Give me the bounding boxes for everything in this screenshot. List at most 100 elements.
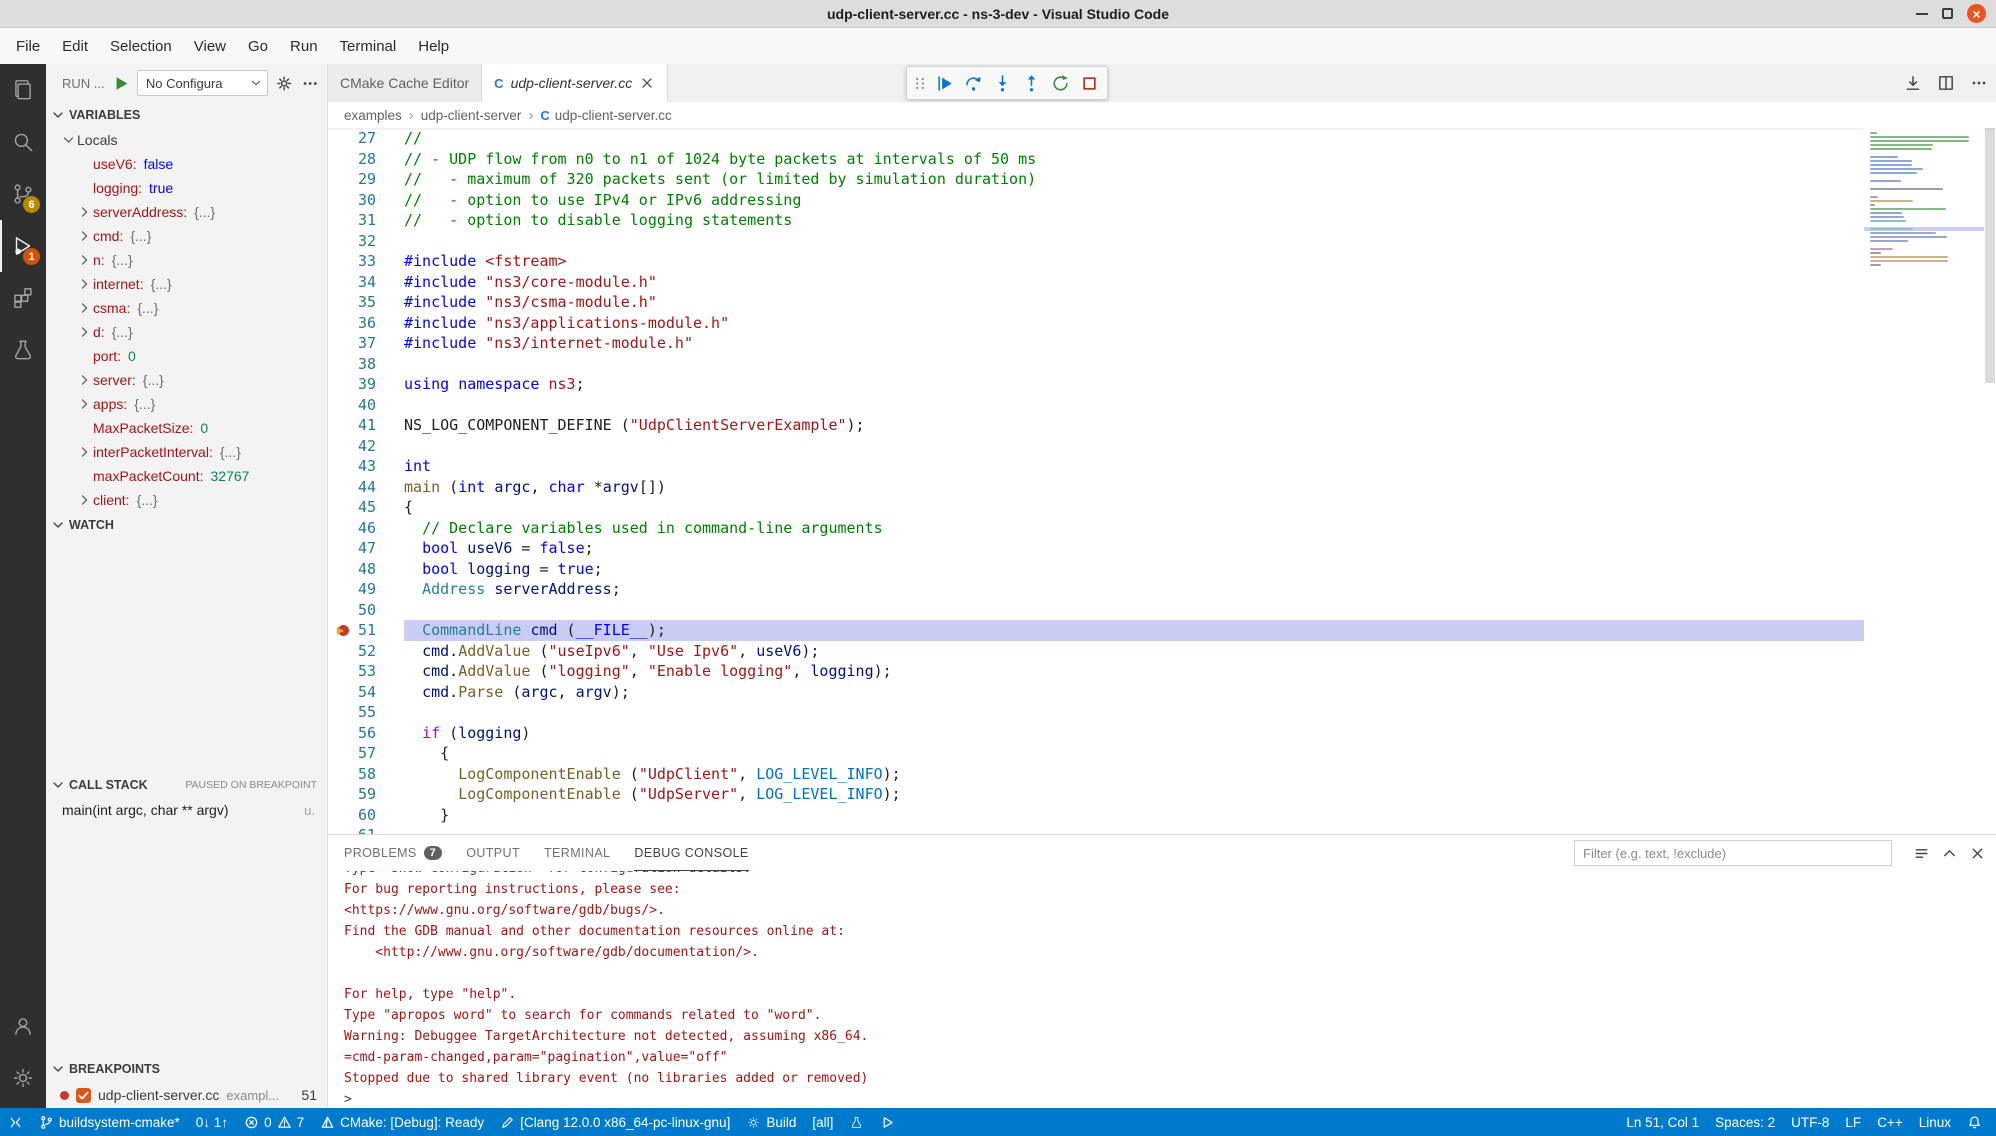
- close-panel-icon[interactable]: [1969, 845, 1986, 862]
- gutter-50[interactable]: 50: [328, 600, 404, 621]
- variables-section-header[interactable]: VARIABLES: [46, 102, 327, 128]
- more-actions-icon[interactable]: [301, 74, 319, 93]
- stack-frame-main[interactable]: main(int argc, char ** argv) u.: [46, 798, 327, 822]
- debug-start-icon[interactable]: [112, 74, 130, 93]
- breakpoint-row[interactable]: udp-client-server.cc exampl... 51: [46, 1082, 327, 1108]
- gutter-28[interactable]: 28: [328, 149, 404, 170]
- gutter-59[interactable]: 59: [328, 784, 404, 805]
- gutter-44[interactable]: 44: [328, 477, 404, 498]
- gutter-55[interactable]: 55: [328, 702, 404, 723]
- activity-manage[interactable]: [0, 1052, 46, 1104]
- gutter-57[interactable]: 57: [328, 743, 404, 764]
- gutter-45[interactable]: 45: [328, 497, 404, 518]
- menu-go[interactable]: Go: [237, 28, 279, 64]
- code-line-29[interactable]: 29 // - maximum of 320 packets sent (or …: [328, 169, 1864, 190]
- menu-file[interactable]: File: [5, 28, 51, 64]
- code-line-55[interactable]: 55: [328, 702, 1864, 723]
- step-out-icon[interactable]: [1018, 70, 1045, 97]
- menu-help[interactable]: Help: [407, 28, 460, 64]
- status-cmake-kit[interactable]: [Clang 12.0.0 x86_64-pc-linux-gnu]: [492, 1108, 738, 1136]
- gutter-39[interactable]: 39: [328, 374, 404, 395]
- code-line-41[interactable]: 41 NS_LOG_COMPONENT_DEFINE ("UdpClientSe…: [328, 415, 1864, 436]
- editor-tab-1[interactable]: C udp-client-server.cc: [482, 64, 668, 102]
- code-line-28[interactable]: 28 // - UDP flow from n0 to n1 of 1024 b…: [328, 149, 1864, 170]
- status-problems[interactable]: 07: [236, 1108, 312, 1136]
- gutter-58[interactable]: 58: [328, 764, 404, 785]
- panel-tab-problems[interactable]: PROBLEMS 7: [344, 835, 442, 871]
- breadcrumb-item[interactable]: examples: [344, 108, 402, 123]
- variable-row[interactable]: cmd: {...}: [46, 224, 327, 248]
- code-line-31[interactable]: 31 // - option to disable logging statem…: [328, 210, 1864, 231]
- drag-handle-icon[interactable]: [911, 70, 929, 97]
- gutter-37[interactable]: 37: [328, 333, 404, 354]
- gutter-53[interactable]: 53: [328, 661, 404, 682]
- panel-tab-debug-console[interactable]: DEBUG CONSOLE: [634, 835, 748, 871]
- gutter-42[interactable]: 42: [328, 436, 404, 457]
- breakpoint-checkbox[interactable]: [76, 1088, 91, 1103]
- maximize-button[interactable]: [1942, 8, 1953, 19]
- activity-source-control[interactable]: 6: [0, 168, 46, 220]
- status-cursor-position[interactable]: Ln 51, Col 1: [1618, 1108, 1707, 1136]
- gutter-34[interactable]: 34: [328, 272, 404, 293]
- panel-tab-output[interactable]: OUTPUT: [466, 835, 520, 871]
- stop-icon[interactable]: [1076, 70, 1103, 97]
- variable-row[interactable]: logging: true: [46, 176, 327, 200]
- code-line-35[interactable]: 35 #include "ns3/csma-module.h": [328, 292, 1864, 313]
- scrollbar-slider[interactable]: [1985, 128, 1995, 383]
- menu-edit[interactable]: Edit: [51, 28, 99, 64]
- gutter-32[interactable]: 32: [328, 231, 404, 252]
- code-line-38[interactable]: 38: [328, 354, 1864, 375]
- breakpoints-section-header[interactable]: BREAKPOINTS: [46, 1056, 327, 1082]
- restart-icon[interactable]: [1047, 70, 1074, 97]
- activity-extensions[interactable]: [0, 272, 46, 324]
- watch-section-header[interactable]: WATCH: [46, 512, 327, 538]
- menu-view[interactable]: View: [183, 28, 237, 64]
- console-options-icon[interactable]: [1913, 845, 1930, 862]
- code-line-32[interactable]: 32: [328, 231, 1864, 252]
- code-line-34[interactable]: 34 #include "ns3/core-module.h": [328, 272, 1864, 293]
- code-editor[interactable]: 27 // 28 // - UDP flow from n0 to n1 of …: [328, 128, 1996, 834]
- debug-console[interactable]: Type "show configuration" for configurat…: [328, 871, 1996, 1108]
- gutter-47[interactable]: 47: [328, 538, 404, 559]
- code-line-54[interactable]: 54 cmd.Parse (argc, argv);: [328, 682, 1864, 703]
- code-line-58[interactable]: 58 LogComponentEnable ("UdpClient", LOG_…: [328, 764, 1864, 785]
- code-line-56[interactable]: 56 if (logging): [328, 723, 1864, 744]
- code-line-37[interactable]: 37 #include "ns3/internet-module.h": [328, 333, 1864, 354]
- close-tab-icon[interactable]: [639, 75, 655, 91]
- split-editor-icon[interactable]: [1937, 74, 1955, 92]
- activity-explorer[interactable]: [0, 64, 46, 116]
- activity-run-and-debug[interactable]: 1: [0, 220, 46, 272]
- gutter-56[interactable]: 56: [328, 723, 404, 744]
- breadcrumb-item[interactable]: C udp-client-server.cc: [540, 108, 671, 123]
- variable-row[interactable]: MaxPacketSize: 0: [46, 416, 327, 440]
- status-git-branch[interactable]: buildsystem-cmake*: [31, 1108, 188, 1136]
- code-line-53[interactable]: 53 cmd.AddValue ("logging", "Enable logg…: [328, 661, 1864, 682]
- status-cmake-launch[interactable]: [872, 1108, 903, 1136]
- gutter-30[interactable]: 30: [328, 190, 404, 211]
- gutter-43[interactable]: 43: [328, 456, 404, 477]
- code-line-47[interactable]: 47 bool useV6 = false;: [328, 538, 1864, 559]
- status-remote[interactable]: [0, 1108, 31, 1136]
- status-cmake-test[interactable]: [841, 1108, 872, 1136]
- gutter-33[interactable]: 33: [328, 251, 404, 272]
- gutter-51[interactable]: ▶51: [328, 620, 404, 641]
- console-prompt[interactable]: >: [344, 1089, 1996, 1108]
- variable-row[interactable]: useV6: false: [46, 152, 327, 176]
- gutter-27[interactable]: 27: [328, 128, 404, 149]
- editor-scrollbar[interactable]: [1984, 128, 1996, 834]
- status-encoding[interactable]: UTF-8: [1783, 1108, 1837, 1136]
- editor-tab-0[interactable]: CMake Cache Editor: [328, 64, 482, 102]
- code-line-49[interactable]: 49 Address serverAddress;: [328, 579, 1864, 600]
- menu-run[interactable]: Run: [279, 28, 329, 64]
- activity-search[interactable]: [0, 116, 46, 168]
- gutter-61[interactable]: 61: [328, 825, 404, 834]
- status-eol[interactable]: LF: [1837, 1108, 1869, 1136]
- gutter-49[interactable]: 49: [328, 579, 404, 600]
- code-line-57[interactable]: 57 {: [328, 743, 1864, 764]
- status-cmake-status[interactable]: CMake: [Debug]: Ready: [312, 1108, 492, 1136]
- variable-row[interactable]: n: {...}: [46, 248, 327, 272]
- gutter-31[interactable]: 31: [328, 210, 404, 231]
- activity-accounts[interactable]: [0, 1000, 46, 1052]
- maximize-panel-icon[interactable]: [1941, 845, 1958, 862]
- status-cmake-build[interactable]: Build: [738, 1108, 804, 1136]
